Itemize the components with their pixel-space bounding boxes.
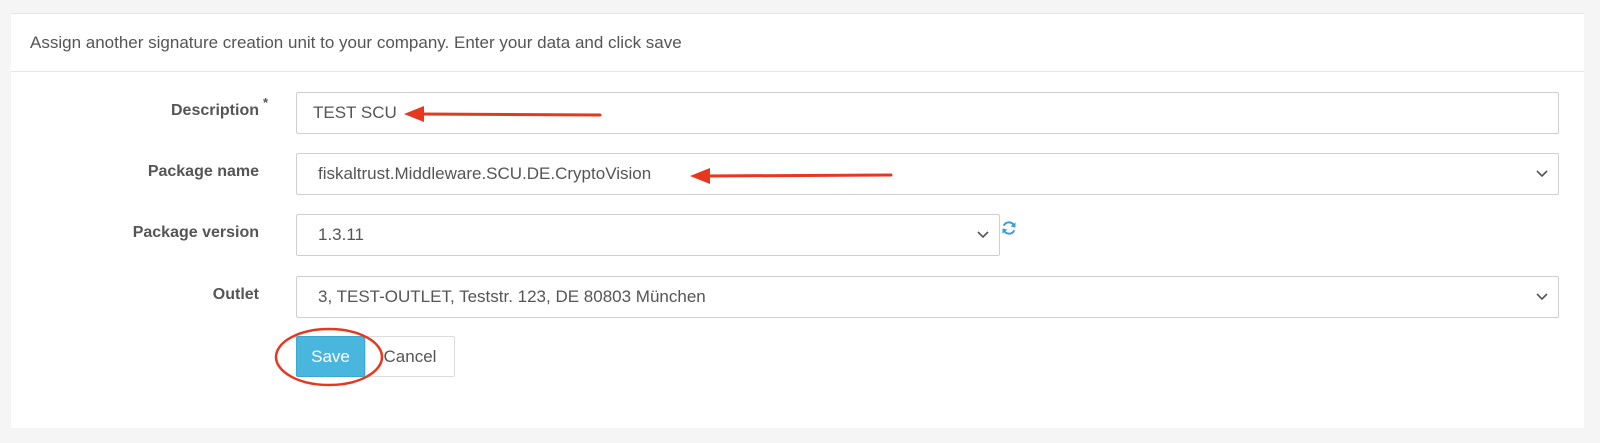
- outlet-select[interactable]: 3, TEST-OUTLET, Teststr. 123, DE 80803 M…: [296, 276, 1559, 318]
- package-name-value: fiskaltrust.Middleware.SCU.DE.CryptoVisi…: [318, 164, 652, 183]
- outlet-value: 3, TEST-OUTLET, Teststr. 123, DE 80803 M…: [318, 287, 706, 306]
- required-mark: *: [263, 95, 269, 110]
- refresh-icon[interactable]: [1001, 220, 1017, 236]
- chevron-down-icon: [1536, 170, 1548, 178]
- description-label: Description: [170, 102, 259, 119]
- chevron-down-icon: [977, 231, 989, 239]
- package-version-value: 1.3.11: [318, 225, 365, 244]
- package-name-label: Package name: [147, 163, 259, 180]
- save-button[interactable]: Save: [296, 336, 365, 377]
- panel-header: Assign another signature creation unit t…: [11, 14, 1584, 72]
- panel-header-text: Assign another signature creation unit t…: [30, 33, 682, 52]
- chevron-down-icon: [1536, 293, 1548, 301]
- cancel-button-label: Cancel: [383, 346, 437, 366]
- package-version-select[interactable]: 1.3.11: [296, 214, 1000, 256]
- cancel-button[interactable]: Cancel: [365, 336, 455, 377]
- description-input[interactable]: TEST SCU: [296, 92, 1559, 134]
- package-version-label: Package version: [132, 224, 259, 241]
- outlet-label: Outlet: [212, 286, 259, 303]
- package-name-select[interactable]: fiskaltrust.Middleware.SCU.DE.CryptoVisi…: [296, 153, 1559, 195]
- save-button-label: Save: [311, 346, 350, 366]
- description-value: TEST SCU: [313, 103, 397, 122]
